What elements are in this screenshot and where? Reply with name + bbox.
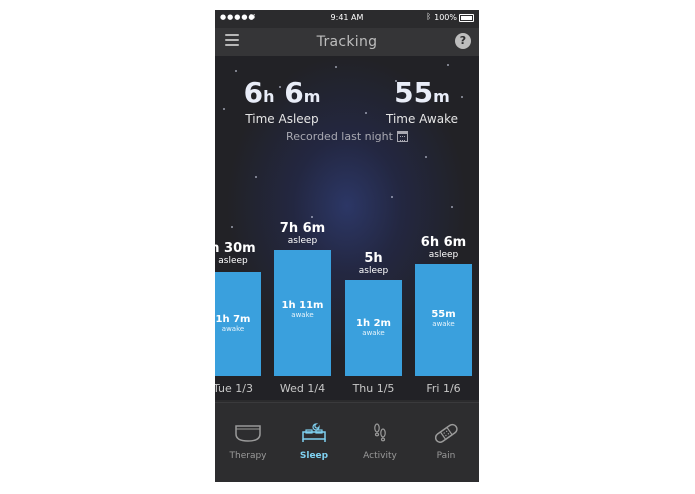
time-awake-stat: 55m Time Awake	[377, 76, 467, 127]
calendar-icon[interactable]	[396, 131, 408, 142]
asleep-hours: 6	[243, 76, 264, 109]
time-asleep-label: Time Asleep	[245, 112, 319, 126]
asleep-hours-unit: h	[263, 87, 275, 106]
day-awake-value: 1h 11m	[281, 300, 324, 312]
tab-pain-label: Pain	[436, 451, 456, 461]
page-title: Tracking	[316, 34, 378, 50]
asleep-minutes: 6	[284, 76, 304, 109]
day-column[interactable]: 7h 6m asleep 1h 11m awake Wed 1/4	[274, 222, 331, 402]
bandage-icon	[434, 423, 458, 443]
day-label: Thu 1/5	[352, 382, 395, 395]
day-awake-label: awake	[221, 324, 245, 333]
day-asleep-label: asleep	[287, 236, 318, 246]
recorded-date[interactable]: Recorded last night	[215, 130, 479, 143]
bluetooth-icon: ᛒ	[426, 12, 431, 21]
day-bar: 1h 11m awake	[274, 250, 331, 376]
day-awake-value: 1h 7m	[215, 313, 251, 325]
asleep-minutes-unit: m	[303, 87, 321, 106]
day-bar: 55m awake	[415, 264, 472, 376]
battery-percent: 100%	[434, 13, 457, 22]
day-awake-value: 55m	[431, 308, 456, 320]
tab-pain[interactable]: Pain	[413, 403, 479, 482]
tab-therapy[interactable]: Therapy	[215, 403, 281, 482]
tab-activity[interactable]: Activity	[347, 403, 413, 482]
therapy-device-icon	[235, 425, 261, 442]
tab-therapy-label: Therapy	[229, 451, 267, 461]
day-column[interactable]: h 30m asleep 1h 7m awake Tue 1/3	[215, 242, 261, 402]
tab-bar: Therapy Sleep Activity Pain	[215, 402, 479, 482]
day-column[interactable]: 5h asleep 1h 2m awake Thu 1/5	[345, 252, 402, 402]
bed-icon	[302, 423, 326, 442]
day-asleep-label: asleep	[428, 250, 459, 260]
time-asleep-stat: 6h 6m Time Asleep	[237, 76, 327, 127]
day-asleep-value: 7h 6m	[279, 221, 326, 236]
help-icon[interactable]: ?	[455, 33, 471, 49]
day-awake-label: awake	[432, 319, 455, 328]
battery-icon	[459, 14, 474, 22]
day-label: Wed 1/4	[279, 382, 326, 395]
day-asleep-value: 5h	[364, 251, 383, 266]
day-awake-value: 1h 2m	[356, 318, 391, 330]
tab-sleep-label: Sleep	[299, 451, 329, 461]
day-label: Fri 1/6	[426, 382, 461, 395]
day-column[interactable]: 6h 6m asleep 55m awake Fri 1/6	[415, 236, 472, 402]
day-asleep-value: h 30m	[215, 241, 256, 256]
tab-activity-label: Activity	[363, 451, 397, 461]
phone-screen: ●●●●● ≋ 9:41 AM ᛒ 100% Tracking ? 6h 6m …	[215, 10, 479, 482]
day-awake-label: awake	[362, 329, 385, 338]
awake-minutes-unit: m	[433, 87, 450, 106]
recorded-label: Recorded last night	[286, 130, 393, 143]
day-awake-label: awake	[291, 311, 314, 320]
day-asleep-label: asleep	[358, 266, 389, 276]
awake-minutes: 55	[394, 76, 434, 109]
day-bar: 1h 2m awake	[345, 280, 402, 376]
footsteps-icon	[374, 423, 386, 442]
time-awake-label: Time Awake	[386, 112, 458, 126]
day-asleep-value: 6h 6m	[420, 235, 467, 250]
day-label: Tue 1/3	[215, 382, 253, 395]
status-bar: ●●●●● ≋ 9:41 AM ᛒ 100%	[215, 10, 479, 26]
tab-sleep[interactable]: Sleep	[281, 403, 347, 482]
day-asleep-label: asleep	[218, 256, 248, 266]
day-bar: 1h 7m awake	[215, 272, 261, 376]
nav-bar: Tracking ?	[215, 28, 479, 56]
